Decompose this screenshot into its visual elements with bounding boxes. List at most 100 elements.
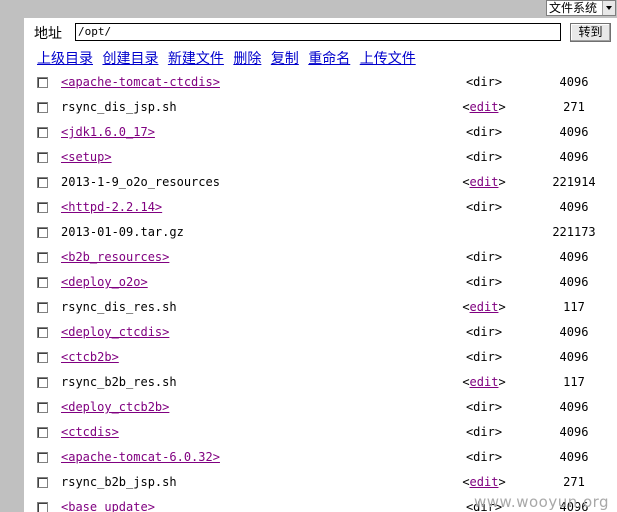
file-row-checkbox[interactable] (37, 127, 48, 138)
directory-link[interactable]: <deploy_o2o> (61, 275, 148, 289)
file-row-checkbox[interactable] (37, 102, 48, 113)
directory-link[interactable]: <ctcdis> (61, 425, 119, 439)
file-size: 4096 (559, 275, 589, 289)
file-size: 4096 (559, 350, 589, 364)
file-name: rsync_b2b_jsp.sh (61, 475, 177, 489)
file-name: 2013-1-9_o2o_resources (61, 175, 220, 189)
file-manager-panel: 地址 /opt/ 转到 上级目录 创建目录 新建文件 删除 复制 重命名 上传文… (24, 18, 617, 512)
file-size: 271 (563, 475, 585, 489)
file-type[interactable]: <edit> (454, 175, 514, 189)
file-row: rsync_b2b_jsp.sh <edit> 271 (24, 470, 617, 495)
file-row: <deploy_ctcb2b> <dir> 4096 (24, 395, 617, 420)
directory-link[interactable]: <ctcb2b> (61, 350, 119, 364)
file-size: 221914 (552, 175, 596, 189)
file-size: 4096 (559, 325, 589, 339)
new-file-link[interactable]: 新建文件 (168, 51, 224, 67)
file-size: 4096 (559, 450, 589, 464)
file-size: 4096 (559, 400, 589, 414)
directory-link[interactable]: <b2b_resources> (61, 250, 169, 264)
file-size: 4096 (559, 425, 589, 439)
page: 文件系统 地址 /opt/ 转到 上级目录 创建目录 新建文件 删除 复制 重命… (0, 0, 617, 512)
file-row-checkbox[interactable] (37, 452, 48, 463)
create-directory-link[interactable]: 创建目录 (102, 51, 158, 67)
file-size: 221173 (552, 225, 596, 239)
chevron-down-icon[interactable] (602, 1, 615, 15)
file-size: 4096 (559, 250, 589, 264)
directory-link[interactable]: <setup> (61, 150, 112, 164)
file-row-checkbox[interactable] (37, 352, 48, 363)
directory-link[interactable]: <apache-tomcat-ctcdis> (61, 75, 220, 89)
file-type: <dir> (465, 125, 503, 139)
copy-link[interactable]: 复制 (271, 51, 299, 67)
file-row: 2013-1-9_o2o_resources <edit> 221914 (24, 170, 617, 195)
file-row: rsync_dis_jsp.sh <edit> 271 (24, 95, 617, 120)
file-row: rsync_b2b_res.sh <edit> 117 (24, 370, 617, 395)
file-type: <dir> (465, 350, 503, 364)
go-button[interactable]: 转到 (570, 23, 611, 42)
file-size: 4096 (559, 150, 589, 164)
file-row-checkbox[interactable] (37, 477, 48, 488)
directory-link[interactable]: <deploy_ctcb2b> (61, 400, 169, 414)
file-type: <dir> (465, 150, 503, 164)
file-row: <setup> <dir> 4096 (24, 145, 617, 170)
directory-link[interactable]: <deploy_ctcdis> (61, 325, 169, 339)
file-type: <dir> (465, 75, 503, 89)
file-type: <dir> (465, 325, 503, 339)
file-type[interactable]: <edit> (454, 300, 514, 314)
rename-link[interactable]: 重命名 (308, 51, 350, 67)
file-name: rsync_b2b_res.sh (61, 375, 177, 389)
edit-link[interactable]: edit (470, 375, 499, 389)
file-type[interactable]: <edit> (454, 475, 514, 489)
file-row-checkbox[interactable] (37, 327, 48, 338)
edit-link[interactable]: edit (470, 175, 499, 189)
file-row: 2013-01-09.tar.gz 221173 (24, 220, 617, 245)
file-row-checkbox[interactable] (37, 377, 48, 388)
edit-link[interactable]: edit (470, 300, 499, 314)
file-type[interactable]: <edit> (454, 375, 514, 389)
file-type: <dir> (465, 250, 503, 264)
file-size: 4096 (559, 125, 589, 139)
watermark: www.wooyun.org (474, 493, 610, 511)
file-row-checkbox[interactable] (37, 77, 48, 88)
directory-link[interactable]: <base_update> (61, 500, 155, 512)
file-row-checkbox[interactable] (37, 302, 48, 313)
file-size: 117 (563, 375, 585, 389)
file-list: <apache-tomcat-ctcdis> <dir> 4096 rsync_dis… (24, 70, 617, 512)
directory-link[interactable]: <jdk1.6.0_17> (61, 125, 155, 139)
directory-link[interactable]: <httpd-2.2.14> (61, 200, 162, 214)
file-type: <dir> (465, 425, 503, 439)
edit-link[interactable]: edit (470, 100, 499, 114)
file-size: 4096 (559, 75, 589, 89)
file-row-checkbox[interactable] (37, 177, 48, 188)
file-row-checkbox[interactable] (37, 402, 48, 413)
file-name: rsync_dis_jsp.sh (61, 100, 177, 114)
file-size: 117 (563, 300, 585, 314)
file-row-checkbox[interactable] (37, 277, 48, 288)
file-row: <deploy_o2o> <dir> 4096 (24, 270, 617, 295)
file-row: rsync_dis_res.sh <edit> 117 (24, 295, 617, 320)
file-size: 4096 (559, 200, 589, 214)
directory-link[interactable]: <apache-tomcat-6.0.32> (61, 450, 220, 464)
file-type: <dir> (465, 400, 503, 414)
file-type: <dir> (465, 275, 503, 289)
file-size: 271 (563, 100, 585, 114)
upload-file-link[interactable]: 上传文件 (360, 51, 416, 67)
file-row: <apache-tomcat-ctcdis> <dir> 4096 (24, 70, 617, 95)
file-row-checkbox[interactable] (37, 152, 48, 163)
file-row: <jdk1.6.0_17> <dir> 4096 (24, 120, 617, 145)
delete-link[interactable]: 删除 (233, 51, 261, 67)
file-row-checkbox[interactable] (37, 427, 48, 438)
file-row: <ctcdis> <dir> 4096 (24, 420, 617, 445)
file-row-checkbox[interactable] (37, 252, 48, 263)
address-input[interactable]: /opt/ (75, 23, 561, 41)
filesystem-select[interactable]: 文件系统 (546, 0, 616, 16)
parent-directory-link[interactable]: 上级目录 (37, 51, 93, 67)
file-row-checkbox[interactable] (37, 502, 48, 512)
file-type[interactable]: <edit> (454, 100, 514, 114)
file-row-checkbox[interactable] (37, 202, 48, 213)
edit-link[interactable]: edit (470, 475, 499, 489)
file-type: <dir> (465, 200, 503, 214)
file-type: <dir> (465, 450, 503, 464)
file-name: 2013-01-09.tar.gz (61, 225, 184, 239)
file-row-checkbox[interactable] (37, 227, 48, 238)
